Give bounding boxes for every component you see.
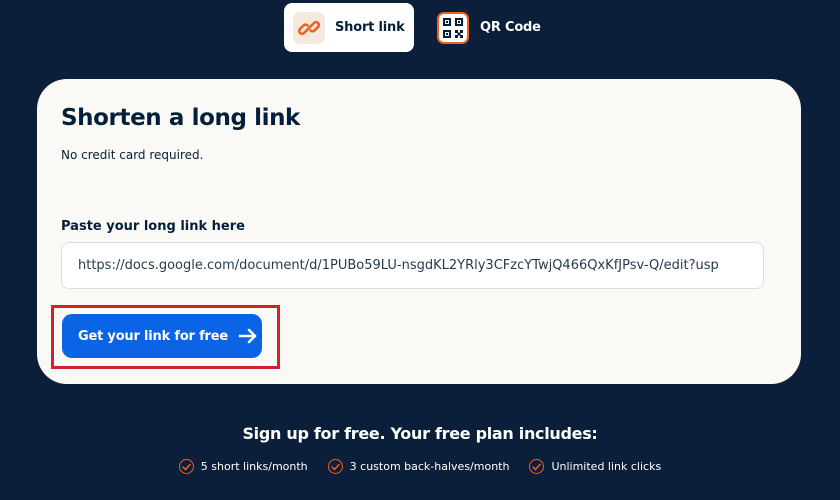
arrow-right-icon bbox=[238, 327, 258, 345]
tab-short-link[interactable]: Short link bbox=[284, 3, 414, 52]
shorten-link-card: Shorten a long link No credit card requi… bbox=[37, 79, 801, 384]
tab-short-link-label: Short link bbox=[335, 20, 405, 35]
feature-item: Unlimited link clicks bbox=[529, 459, 661, 474]
feature-label: 5 short links/month bbox=[200, 460, 308, 473]
get-link-button-label: Get your link for free bbox=[78, 328, 228, 344]
qr-code-icon bbox=[437, 11, 469, 44]
check-circle-icon bbox=[178, 459, 194, 474]
free-plan-heading: Sign up for free. Your free plan include… bbox=[242, 424, 598, 443]
check-circle-icon bbox=[529, 459, 545, 474]
get-link-button[interactable]: Get your link for free bbox=[62, 314, 262, 358]
check-circle-icon bbox=[327, 459, 343, 474]
link-icon bbox=[293, 11, 325, 44]
feature-list: 5 short links/month 3 custom back-halves… bbox=[0, 459, 840, 474]
card-subtitle: No credit card required. bbox=[61, 148, 204, 162]
card-title: Shorten a long link bbox=[61, 105, 300, 131]
feature-item: 5 short links/month bbox=[178, 459, 308, 474]
tab-qr-code[interactable]: QR Code bbox=[434, 3, 554, 52]
long-link-label: Paste your long link here bbox=[61, 219, 245, 234]
tab-qr-code-label: QR Code bbox=[480, 20, 541, 35]
long-link-input[interactable] bbox=[61, 242, 764, 289]
feature-label: Unlimited link clicks bbox=[551, 460, 662, 473]
feature-label: 3 custom back-halves/month bbox=[349, 460, 510, 473]
feature-item: 3 custom back-halves/month bbox=[327, 459, 510, 474]
